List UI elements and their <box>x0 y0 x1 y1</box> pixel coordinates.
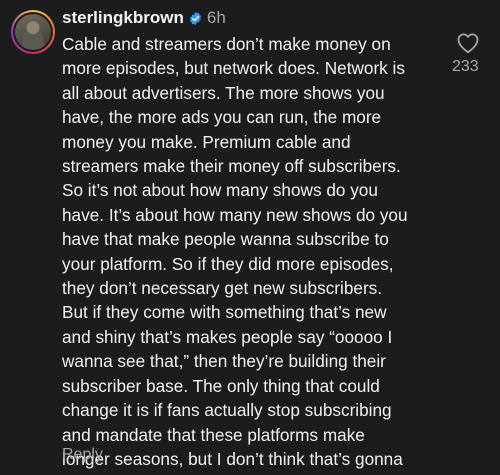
profile-photo <box>15 14 51 50</box>
comment-header: sterlingkbrown 6h <box>62 7 226 29</box>
comment-text-line: longer seasons, but I don’t think that’s… <box>62 448 403 469</box>
like-count: 233 <box>452 58 479 75</box>
comment-text-line: all about advertisers. The more shows yo… <box>62 82 385 103</box>
comment-text-line: and shiny that’s makes people say “ooooo… <box>62 326 393 347</box>
reply-button[interactable]: Reply <box>62 446 103 464</box>
comment-text-line: more episodes, but network does. Network… <box>62 58 405 79</box>
heart-outline-icon[interactable] <box>456 32 480 54</box>
comment-text-line: So it’s not about how many shows do you <box>62 180 378 201</box>
comment-text: Cable and streamers don’t make money on m… <box>62 32 440 475</box>
verified-badge-icon <box>189 11 201 25</box>
comment-text-line: happen. <box>62 471 440 475</box>
username[interactable]: sterlingkbrown <box>62 7 184 29</box>
comment-text-line: wanna see that,” then they’re building t… <box>62 351 386 372</box>
comment-text-line: they don’t necessary get new subscribers… <box>62 278 383 299</box>
comment-text-line: have that make people wanna subscribe to <box>62 229 389 250</box>
comment-text-line: money you make. Premium cable and <box>62 131 351 152</box>
comment-text-line: change it is if fans actually stop subsc… <box>62 400 392 421</box>
comment-text-line: and mandate that these platforms make <box>62 424 365 445</box>
comment-text-line: subscriber base. The only thing that cou… <box>62 375 380 396</box>
comment: sterlingkbrown 6h Cable and streamers do… <box>0 0 500 475</box>
comment-text-line: have. It’s about how many new shows do y… <box>62 204 408 225</box>
comment-text-line: Cable and streamers don’t make money on <box>62 34 391 54</box>
comment-text-line: But if they come with something that’s n… <box>62 302 387 323</box>
comment-text-line: have, the more ads you can run, the more <box>62 107 382 128</box>
comment-time: 6h <box>206 8 226 27</box>
comment-text-line: streamers make their money off subscribe… <box>62 156 401 177</box>
avatar[interactable] <box>11 10 55 54</box>
comment-text-line: your platform. So if they did more episo… <box>62 253 394 274</box>
